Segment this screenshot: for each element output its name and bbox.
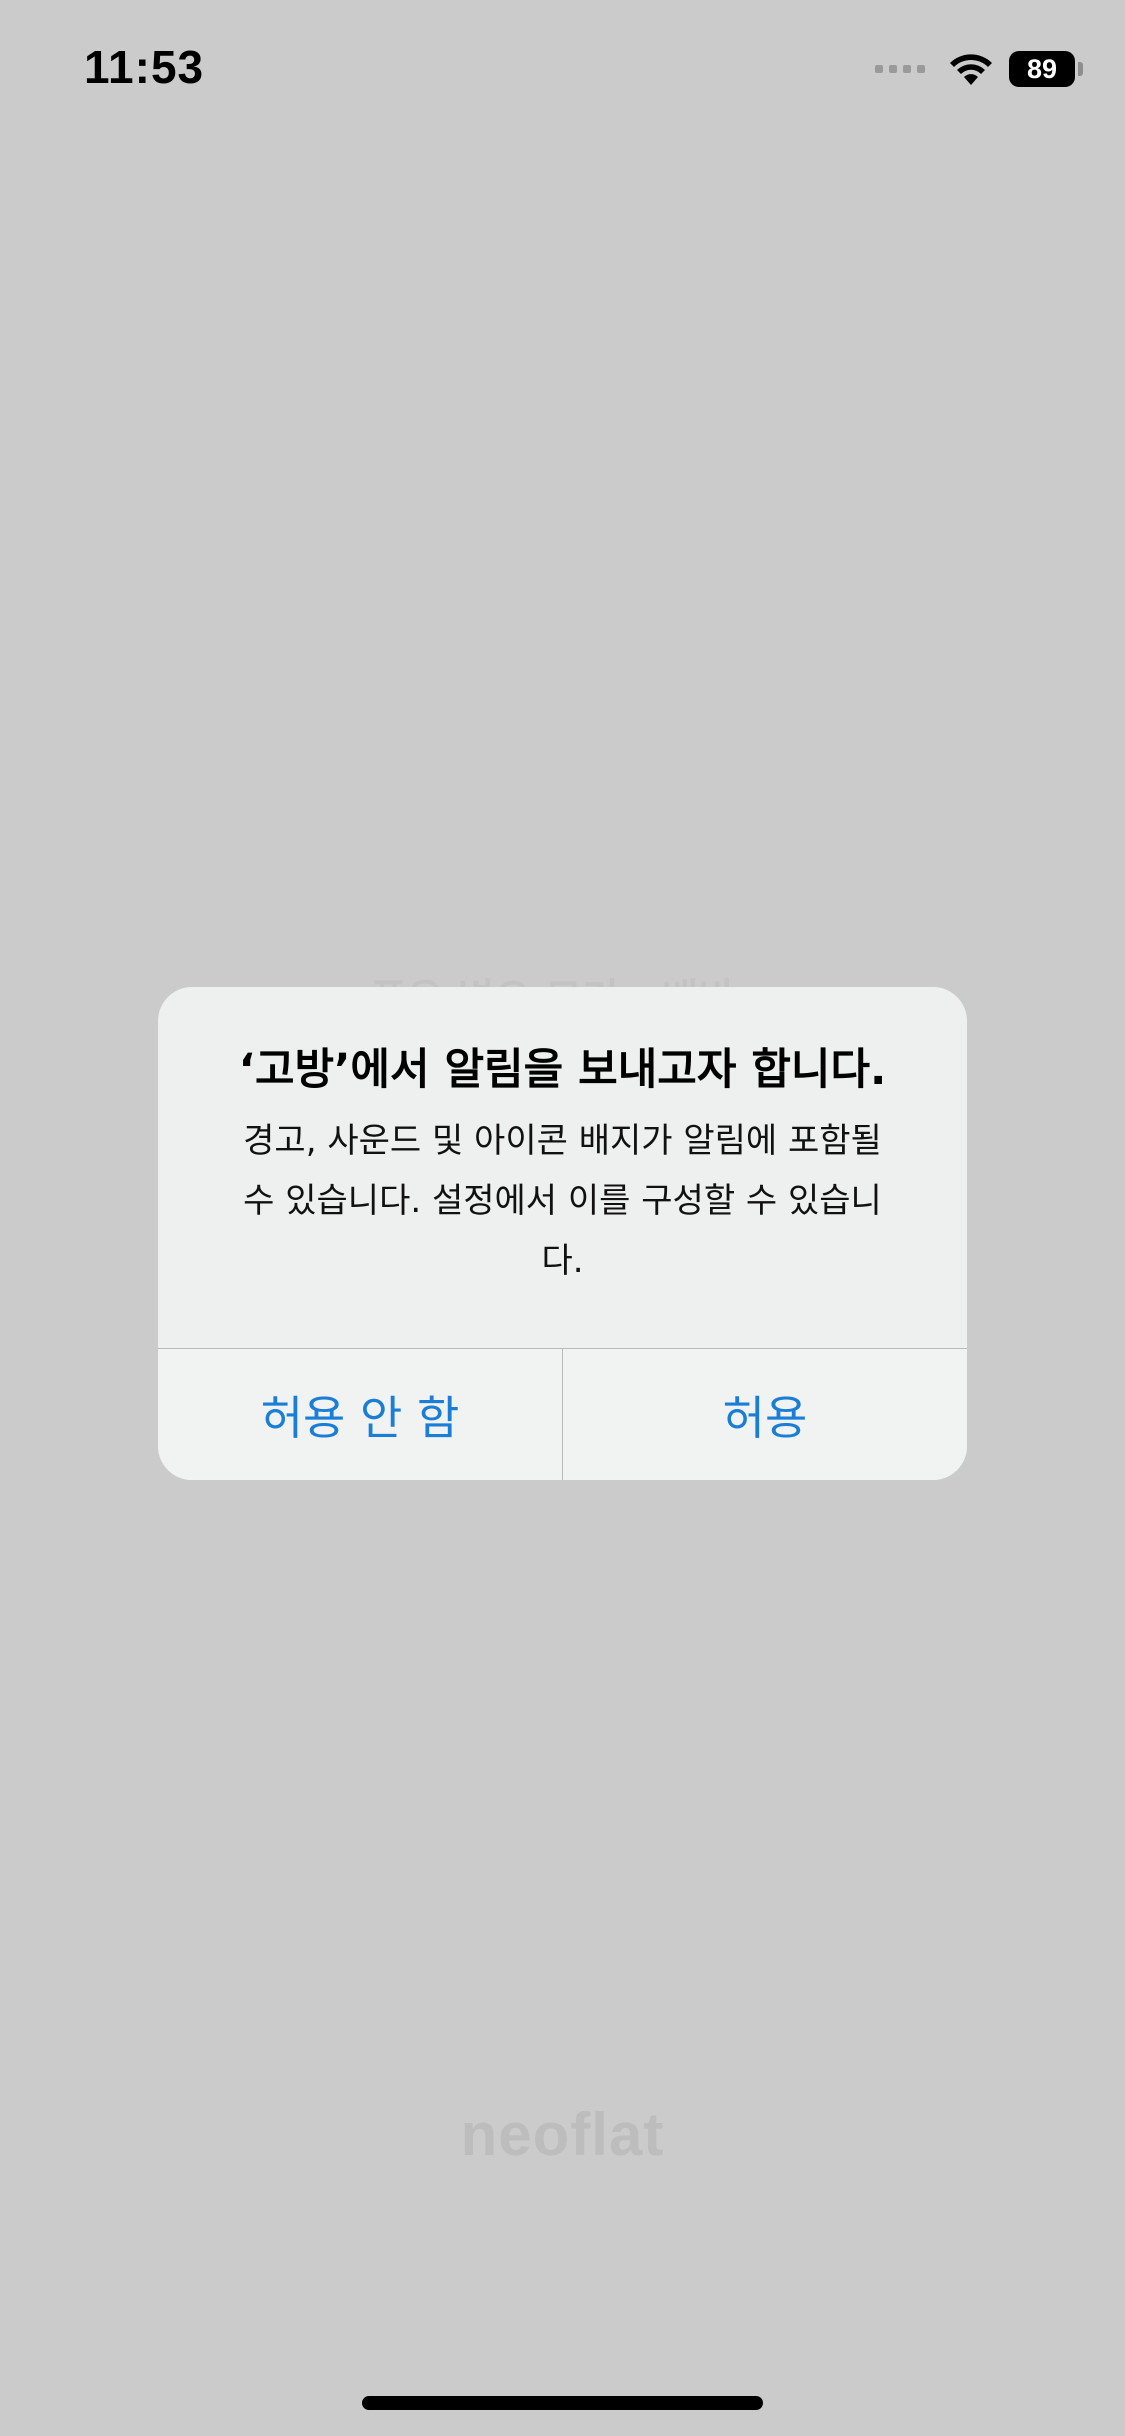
allow-button[interactable]: 허용 bbox=[563, 1349, 967, 1480]
battery-icon: 89 bbox=[1009, 51, 1075, 87]
watermark-logo: neoflat bbox=[460, 2101, 665, 2168]
status-bar: 11:53 89 bbox=[0, 0, 1125, 140]
deny-button[interactable]: 허용 안 함 bbox=[158, 1349, 562, 1480]
home-indicator[interactable] bbox=[362, 2396, 763, 2410]
battery-cap bbox=[1078, 62, 1083, 76]
notification-permission-alert: ‘고방’에서 알림을 보내고자 합니다. 경고, 사운드 및 아이콘 배지가 알… bbox=[158, 987, 967, 1480]
status-icons: 89 bbox=[875, 48, 1083, 90]
wifi-icon bbox=[950, 54, 992, 85]
alert-title: ‘고방’에서 알림을 보내고자 합니다. bbox=[238, 1045, 887, 1095]
signal-icon bbox=[875, 65, 925, 73]
alert-body: ‘고방’에서 알림을 보내고자 합니다. 경고, 사운드 및 아이콘 배지가 알… bbox=[158, 987, 967, 1348]
battery-level: 89 bbox=[1026, 53, 1058, 84]
alert-actions: 허용 안 함 허용 bbox=[158, 1348, 967, 1480]
alert-message: 경고, 사운드 및 아이콘 배지가 알림에 포함될 수 있습니다. 설정에서 이… bbox=[243, 1121, 882, 1281]
status-time: 11:53 bbox=[84, 41, 205, 93]
